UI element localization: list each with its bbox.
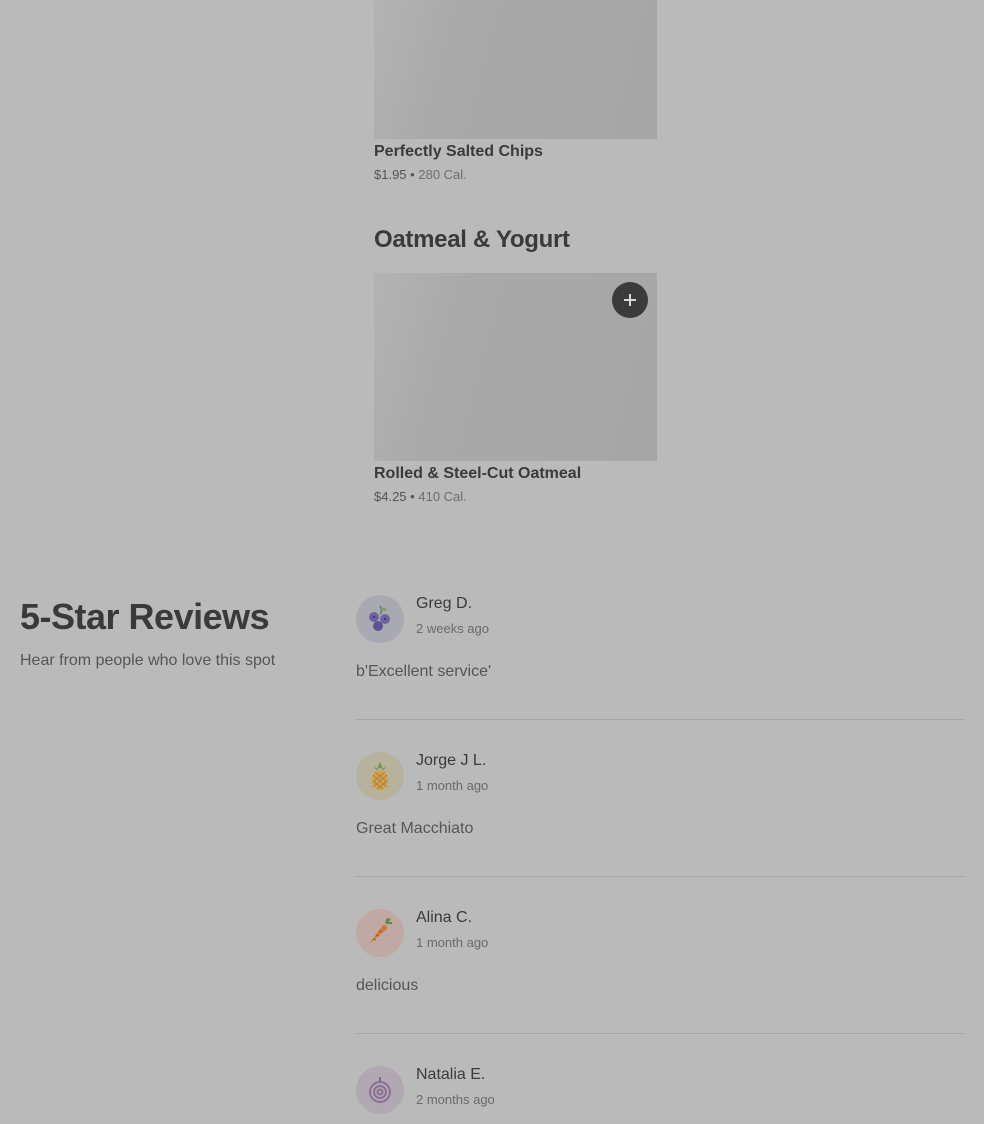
item-calories: 280 Cal. [418,167,467,182]
avatar [356,595,404,643]
item-meta: $1.95 • 280 Cal. [374,167,467,182]
meta-separator: • [410,167,415,182]
divider [356,719,964,720]
avatar [356,909,404,957]
avatar [356,1066,404,1114]
meta-separator: • [410,489,415,504]
review-time: 1 month ago [416,778,489,793]
review-text: b'Excellent service' [356,663,492,680]
review-item: Jorge J L. 1 month ago Great Macchiato [356,752,964,862]
blueberry-icon [369,605,390,631]
item-price: $4.25 [374,489,407,504]
reviews-subtitle: Hear from people who love this spot [20,652,276,669]
reviewer-name: Natalia E. [416,1066,486,1083]
review-time: 2 weeks ago [416,621,489,636]
item-image-chips[interactable] [374,0,657,139]
review-item: Natalia E. 2 months ago [356,1066,964,1124]
divider [356,1033,964,1034]
review-item: Alina C. 1 month ago delicious [356,909,964,1019]
add-item-button[interactable] [612,282,648,318]
item-meta: $4.25 • 410 Cal. [374,489,467,504]
plus-icon [624,294,636,306]
section-title: Oatmeal & Yogurt [374,226,570,253]
item-name[interactable]: Perfectly Salted Chips [374,143,543,161]
review-time: 1 month ago [416,935,489,950]
item-calories: 410 Cal. [418,489,467,504]
avatar [356,752,404,800]
reviewer-name: Alina C. [416,909,473,926]
review-time: 2 months ago [416,1092,495,1107]
onion-icon [369,1077,391,1103]
pineapple-icon [372,762,388,790]
review-text: Great Macchiato [356,820,474,837]
reviewer-name: Greg D. [416,595,473,612]
carrot-icon [369,917,392,944]
reviewer-name: Jorge J L. [416,752,487,769]
item-price: $1.95 [374,167,407,182]
reviews-title: 5-Star Reviews [20,596,270,637]
item-name[interactable]: Rolled & Steel-Cut Oatmeal [374,465,581,483]
review-text: delicious [356,977,419,994]
review-item: Greg D. 2 weeks ago b'Excellent service' [356,595,964,705]
divider [356,876,964,877]
